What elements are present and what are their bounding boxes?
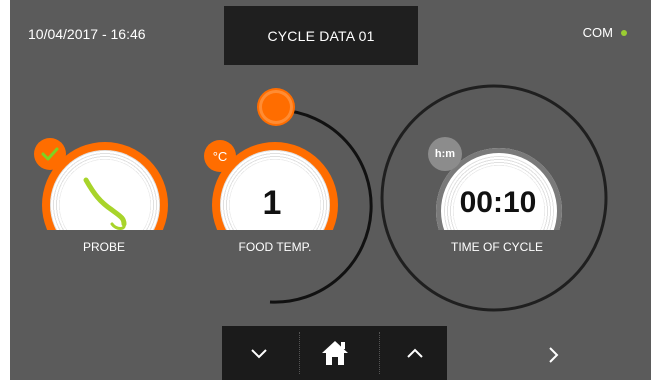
food-temp-value: 1 — [262, 184, 282, 222]
com-status: COM — [583, 25, 627, 40]
home-button[interactable] — [300, 326, 370, 380]
page-title: CYCLE DATA 01 — [267, 27, 375, 44]
checkmark-icon — [41, 147, 59, 161]
chevron-down-icon — [251, 349, 267, 359]
probe-label: PROBE — [82, 240, 125, 254]
com-status-dot — [621, 29, 627, 36]
hm-badge: h:m — [428, 137, 462, 171]
probe-icon — [83, 177, 127, 230]
food-temp-label: FOOD TEMP. — [238, 240, 312, 254]
bottom-nav-bar — [222, 326, 447, 380]
food-temp-handle[interactable] — [259, 90, 293, 124]
time-of-cycle-value: 00:10 — [459, 186, 537, 219]
com-label: COM — [582, 25, 613, 40]
device-screen: 10/04/2017 - 16:46 CYCLE DATA 01 COM PRO… — [10, 0, 651, 380]
time-of-cycle-label: TIME OF CYCLE — [450, 240, 543, 254]
up-button[interactable] — [380, 326, 450, 380]
down-button[interactable] — [224, 326, 294, 380]
datetime: 10/04/2017 - 16:46 — [28, 26, 146, 42]
next-button[interactable] — [538, 340, 568, 370]
title-box: CYCLE DATA 01 — [224, 6, 418, 65]
probe-check-badge — [34, 138, 66, 170]
home-icon — [322, 341, 348, 365]
chevron-right-icon — [549, 347, 559, 363]
chevron-up-icon — [407, 348, 423, 358]
celsius-badge: °C — [204, 140, 236, 172]
